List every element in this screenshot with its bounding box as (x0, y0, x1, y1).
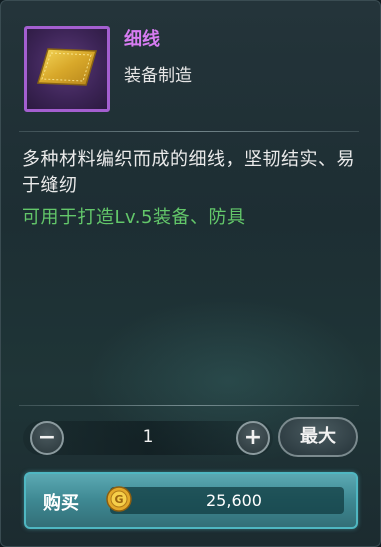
increase-quantity-button[interactable]: + (236, 421, 270, 455)
decrease-quantity-button[interactable]: − (30, 421, 64, 455)
minus-icon: − (37, 425, 57, 450)
buy-label: 购买 (43, 493, 79, 514)
item-description: 多种材料编织而成的细线，坚韧结实、易于缝纫 (22, 149, 355, 196)
item-icon-frame (24, 26, 110, 112)
svg-text:G: G (114, 493, 123, 506)
item-category: 装备制造 (124, 66, 192, 86)
buy-button[interactable]: 购买 G 25,600 (24, 472, 358, 529)
item-usage: 可用于打造Lv.5装备、防具 (22, 207, 246, 228)
item-name: 细线 (124, 29, 160, 50)
plus-icon: + (243, 425, 263, 450)
item-tooltip-panel: 细线 装备制造 多种材料编织而成的细线，坚韧结实、易于缝纫 可用于打造Lv.5装… (0, 0, 381, 547)
quantity-divider (19, 405, 359, 406)
max-quantity-button[interactable]: 最大 (278, 417, 358, 457)
gold-thread-icon (37, 48, 97, 86)
quantity-value[interactable]: 1 (133, 427, 163, 447)
header-divider (19, 131, 359, 132)
price-value: 25,600 (206, 491, 262, 510)
gold-coin-icon: G (106, 486, 132, 512)
